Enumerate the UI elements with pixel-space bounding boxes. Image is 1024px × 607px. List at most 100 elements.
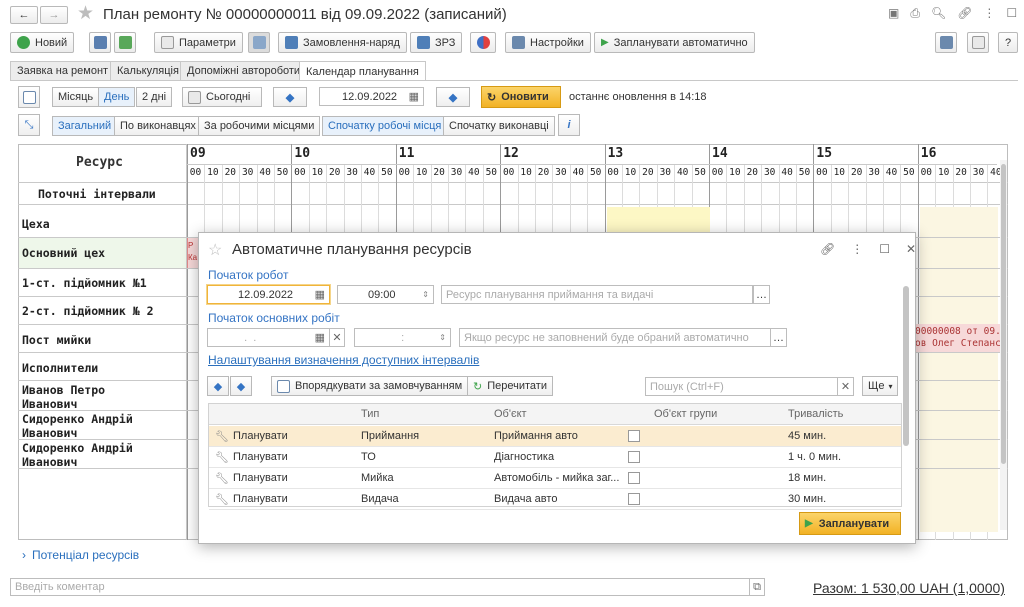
close-icon[interactable]: ✕	[906, 242, 916, 256]
next-date-button[interactable]: ◆	[436, 87, 470, 107]
performers-first-button[interactable]: Спочатку виконавці	[443, 116, 555, 136]
start-date-field[interactable]: 12.09.2022 ▦	[207, 285, 330, 304]
preview-icon[interactable]: 🔍︎	[931, 6, 946, 21]
forward-button[interactable]: →	[40, 6, 68, 24]
spin-icon[interactable]: ⇕	[422, 290, 429, 299]
main-resource-field[interactable]: Якщо ресурс не заповнений буде обраний а…	[459, 328, 771, 347]
table-row[interactable]: 🔧︎ Планувати Приймання Приймання авто 45 мин…	[209, 426, 901, 447]
reread-button[interactable]: ↻ Перечитати	[467, 376, 553, 396]
save-button[interactable]	[89, 32, 111, 53]
print-icon[interactable]: ⎙	[910, 6, 920, 21]
link-icon[interactable]: 🔗︎	[957, 6, 972, 21]
back-button[interactable]: ←	[10, 6, 38, 24]
more-button[interactable]: Ще ▾	[862, 376, 899, 396]
side-panel-button[interactable]	[18, 86, 40, 108]
main-start-time-field[interactable]: : ⇕	[354, 328, 451, 347]
group-general-button[interactable]: Загальний	[52, 116, 118, 136]
move-up-button[interactable]: ◆	[230, 376, 252, 396]
start-time-field[interactable]: 09:00 ⇕	[337, 285, 434, 304]
row-lift-1[interactable]: 1-ст. підйомник №1	[22, 276, 147, 290]
view-month-button[interactable]: Місяць	[52, 87, 100, 107]
event-block-right[interactable]: 00000008 от 09. ов Олег Степанс	[912, 324, 1002, 352]
group-object-checkbox[interactable]	[628, 430, 640, 442]
structure-button[interactable]	[967, 32, 989, 53]
main-resource-select[interactable]: …	[770, 328, 787, 347]
params-button[interactable]: Параметри	[154, 32, 243, 53]
zrz-button[interactable]: ЗРЗ	[410, 32, 463, 53]
col-type-header[interactable]: Тип	[361, 408, 379, 420]
auto-plan-button[interactable]: ▶ Запланувати автоматично	[594, 32, 755, 53]
color-button[interactable]	[470, 32, 496, 53]
expand-button[interactable]: ⤡	[18, 114, 40, 136]
main-start-clear[interactable]: ✕	[329, 328, 345, 347]
row-workshops[interactable]: Цеха	[22, 217, 50, 231]
plan-button[interactable]: ▶ Запланувати	[799, 512, 901, 535]
maximize-icon[interactable]: ☐	[1006, 6, 1017, 21]
help-button[interactable]: ?	[998, 32, 1018, 53]
prev-date-button[interactable]: ◆	[273, 87, 307, 107]
grid-scrollbar[interactable]	[1000, 160, 1007, 530]
potential-resources-toggle[interactable]: › Потенціал ресурсів	[22, 548, 139, 562]
col-object-header[interactable]: Об'єкт	[494, 408, 527, 420]
spin-icon[interactable]: ⇕	[439, 333, 446, 342]
calendar-icon[interactable]: ▦	[315, 331, 325, 344]
calendar-button[interactable]	[248, 32, 270, 53]
view-day-button[interactable]: День	[98, 87, 136, 107]
group-performers-button[interactable]: По виконавцях	[114, 116, 202, 136]
comment-open-button[interactable]: ⧉	[749, 578, 765, 596]
favorite-star-icon[interactable]: ★	[77, 2, 94, 25]
sort-default-button[interactable]: Впорядкувати за замовчуванням	[271, 376, 469, 396]
order-button[interactable]: Замовлення-наряд	[278, 32, 407, 53]
row-performer-sydorenko-1[interactable]: Сидоренко Андрій Иванович	[22, 412, 172, 440]
today-button[interactable]: Сьогодні	[182, 87, 262, 107]
col-duration-header[interactable]: Тривалість	[788, 408, 843, 420]
reception-resource-field[interactable]: Ресурс планування приймання та видачі	[441, 285, 753, 304]
tab-aux-work[interactable]: Допоміжні авторoботи	[180, 61, 308, 80]
group-object-checkbox[interactable]	[628, 472, 640, 484]
comment-field[interactable]: Введіть коментар	[10, 578, 750, 596]
table-scrollbar-thumb[interactable]	[903, 286, 909, 446]
group-object-checkbox[interactable]	[628, 451, 640, 463]
intervals-settings-link[interactable]: Налаштування визначення доступних інтерв…	[208, 353, 479, 367]
menu-icon[interactable]: ⋮	[851, 242, 863, 256]
tab-planning-calendar[interactable]: Календар планування	[299, 61, 426, 81]
calendar-icon[interactable]: ▦	[315, 288, 325, 301]
row-washing-post[interactable]: Пост мийки	[22, 333, 91, 347]
maximize-icon[interactable]: ☐	[879, 242, 890, 256]
tab-calculation[interactable]: Калькуляція	[110, 61, 186, 80]
row-main-workshop[interactable]: Основний цех	[22, 246, 105, 260]
dialog-star-icon[interactable]: ☆	[208, 240, 222, 260]
view-2days-button[interactable]: 2 дні	[136, 87, 173, 107]
table-row[interactable]: 🔧︎ Планувати ТО Діагностика 1 ч. 0 мин.	[209, 447, 901, 468]
menu-icon[interactable]: ⋮	[983, 6, 995, 21]
tab-request[interactable]: Заявка на ремонт	[10, 61, 116, 80]
row-performer-ivanov[interactable]: Иванов Петро Иванович	[22, 383, 142, 411]
row-performers[interactable]: Исполнители	[22, 361, 98, 375]
row-object: Діагностика	[494, 451, 555, 463]
save-icon[interactable]: ▣	[888, 6, 899, 21]
refresh-button[interactable]: ↻ Оновити	[481, 86, 561, 108]
move-down-button[interactable]: ◆	[207, 376, 229, 396]
info-button[interactable]: i	[558, 114, 580, 136]
new-button[interactable]: Новий	[10, 32, 75, 53]
date-field[interactable]: 12.09.2022 ▦	[319, 87, 424, 106]
table-row[interactable]: 🔧︎ Планувати Мийка Автомобіль - мийка заг..…	[209, 468, 901, 489]
main-start-date-field[interactable]: . . ▦	[207, 328, 330, 347]
workplaces-first-button[interactable]: Спочатку робочі місця	[322, 116, 448, 136]
row-performer-sydorenko-2[interactable]: Сидоренко Андрій Иванович	[22, 441, 172, 469]
table-row[interactable]: 🔧︎ Планувати Видача Видача авто 30 мин.	[209, 489, 901, 510]
link-icon[interactable]: 🔗︎	[820, 242, 835, 256]
settings-button[interactable]: Настройки	[505, 32, 591, 53]
row-lift-2[interactable]: 2-ст. підйомник № 2	[22, 304, 154, 318]
table-scrollbar[interactable]	[903, 282, 911, 502]
search-input[interactable]: Пошук (Ctrl+F)	[645, 377, 838, 396]
calendar-icon[interactable]: ▦	[409, 90, 419, 103]
group-object-checkbox[interactable]	[628, 493, 640, 505]
report-button[interactable]	[935, 32, 957, 53]
post-button[interactable]	[114, 32, 136, 53]
grid-scrollbar-thumb[interactable]	[1001, 164, 1006, 464]
search-clear[interactable]: ✕	[837, 377, 854, 396]
col-group-object-header[interactable]: Об'єкт групи	[654, 408, 717, 420]
reception-resource-select[interactable]: …	[753, 285, 770, 304]
group-workplaces-button[interactable]: За робочими місцями	[198, 116, 321, 136]
